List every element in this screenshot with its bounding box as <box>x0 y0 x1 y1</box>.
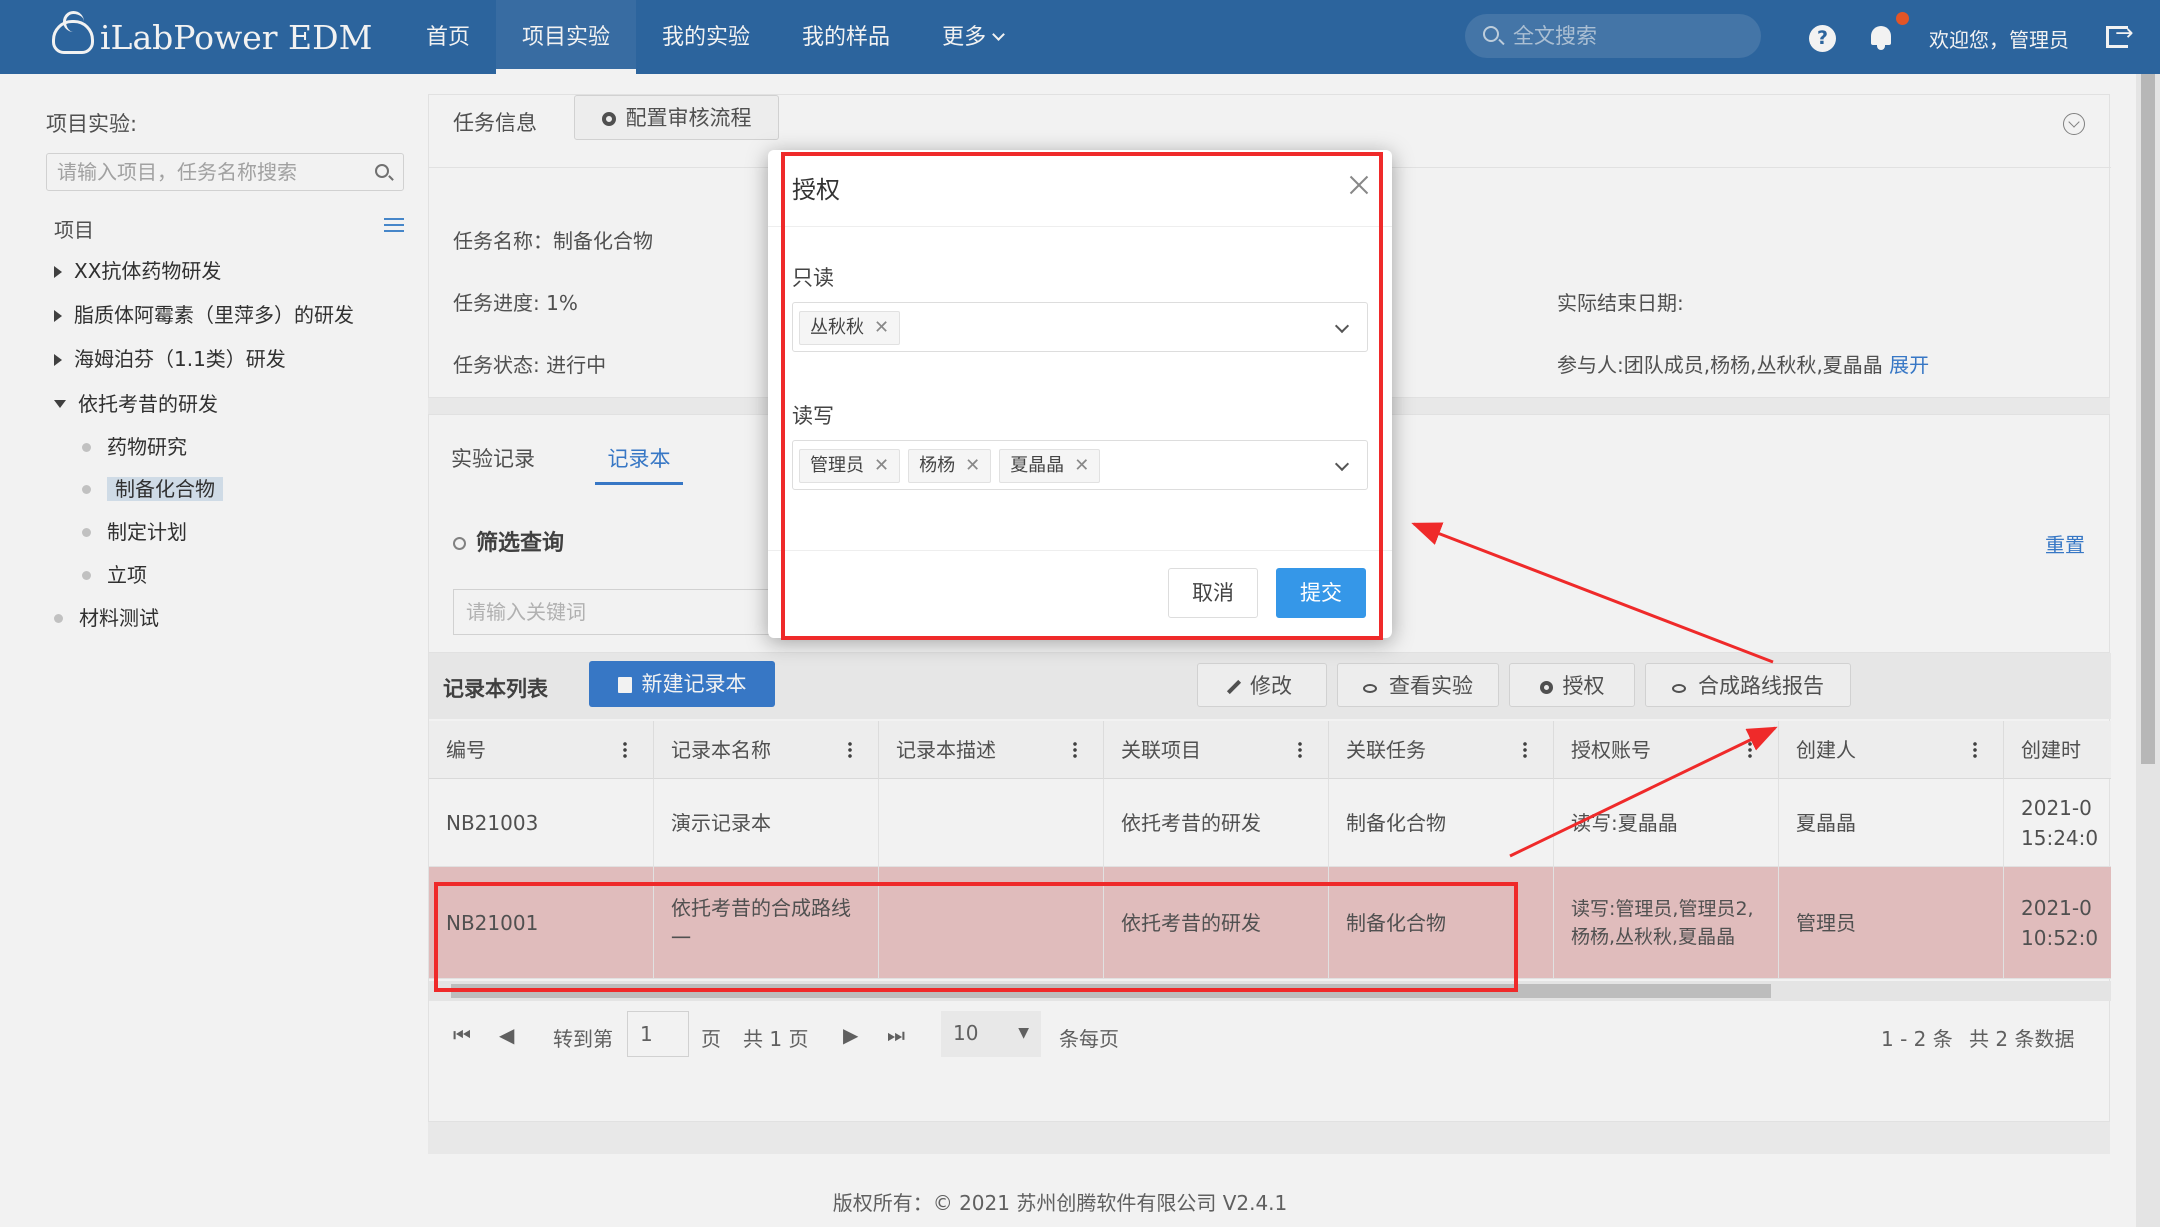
annotation-arrow-to-dialog <box>1411 522 1774 664</box>
annotation-arrow-to-authorize <box>1509 726 1778 858</box>
annotation-arrows <box>1411 522 1778 858</box>
